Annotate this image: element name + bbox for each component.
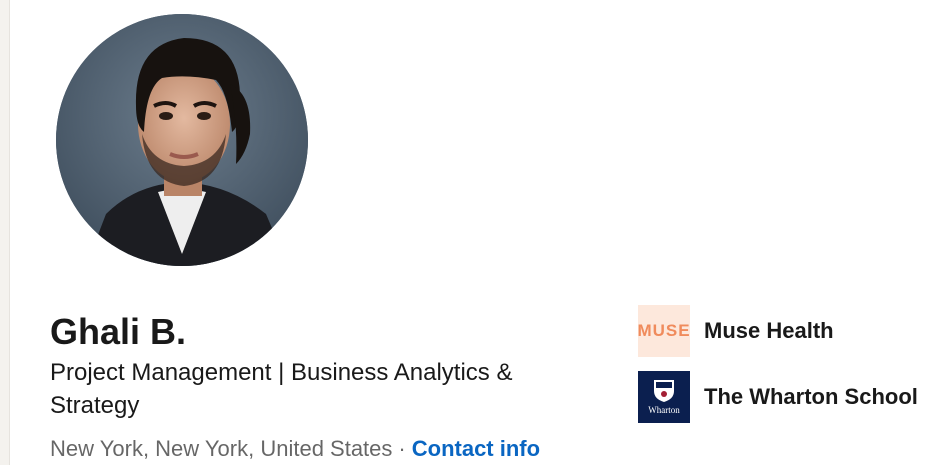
wharton-logo-text: Wharton (648, 405, 680, 415)
muse-logo-text: MUSE (638, 321, 690, 340)
profile-card: Ghali B. Project Management | Business A… (9, 0, 943, 465)
org-name-muse-health: Muse Health (704, 318, 834, 343)
contact-info-link[interactable]: Contact info (412, 436, 540, 461)
profile-headline: Project Management | Business Analytics … (50, 359, 513, 419)
page-background-strip (0, 0, 9, 465)
org-item-wharton[interactable]: Wharton The Wharton School (638, 371, 918, 423)
profile-photo[interactable] (56, 14, 308, 266)
profile-location: New York, New York, United States (50, 436, 393, 461)
org-name-wharton: The Wharton School (704, 384, 918, 409)
profile-name: Ghali B. (50, 311, 187, 352)
separator-dot: · (398, 436, 406, 461)
org-item-muse-health[interactable]: MUSE Muse Health (638, 305, 918, 357)
organizations-list: MUSE Muse Health Wharton The Wharton Sch… (638, 305, 918, 437)
muse-health-logo: MUSE (638, 305, 690, 357)
profile-photo-image (56, 14, 308, 266)
wharton-shield-logo: Wharton (638, 371, 690, 423)
wharton-shield-icon (654, 380, 674, 402)
location-row: New York, New York, United States · Contac… (50, 434, 540, 464)
